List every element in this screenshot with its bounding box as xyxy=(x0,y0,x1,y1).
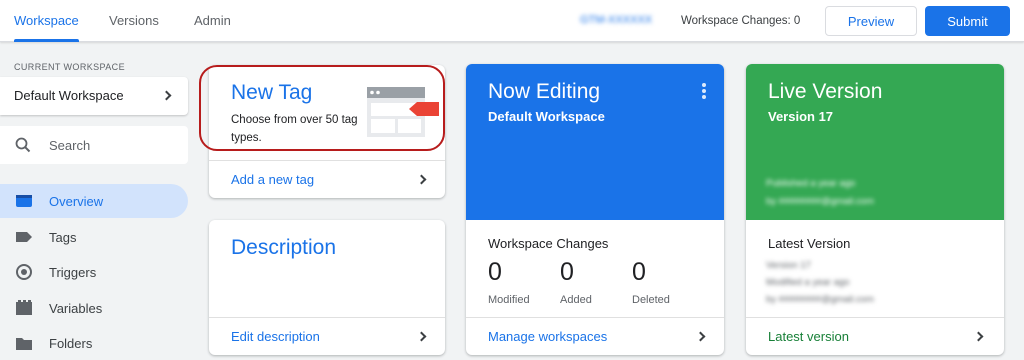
search-label: Search xyxy=(49,138,91,153)
tab-admin[interactable]: Admin xyxy=(194,0,231,42)
workspace-selector[interactable]: Default Workspace xyxy=(0,77,188,115)
live-version-number: Version 17 xyxy=(768,109,834,124)
submit-button[interactable]: Submit xyxy=(925,6,1010,36)
chevron-right-icon xyxy=(695,331,706,342)
latest-version-number: Version 17 xyxy=(766,260,811,271)
published-info: Published a year ago xyxy=(766,178,856,189)
chevron-right-icon xyxy=(161,90,172,101)
latest-version-by: by ########@gmail.com xyxy=(766,294,874,305)
new-tag-title: New Tag xyxy=(231,81,313,104)
now-editing-title: Now Editing xyxy=(488,80,601,103)
tab-versions-label: Versions xyxy=(109,13,159,28)
tag-icon xyxy=(16,232,32,242)
stat-modified-value: 0 xyxy=(488,258,502,286)
live-version-title: Live Version xyxy=(768,80,883,103)
tab-workspace[interactable]: Workspace xyxy=(14,0,79,42)
tab-versions[interactable]: Versions xyxy=(109,0,159,42)
now-editing-header: Now Editing Default Workspace xyxy=(466,64,724,220)
sidebar-item-label: Variables xyxy=(49,301,103,316)
search-icon xyxy=(15,137,31,153)
chevron-right-icon xyxy=(416,174,427,185)
stat-deleted-value: 0 xyxy=(632,258,646,286)
edit-description-label: Edit description xyxy=(231,329,320,344)
sidebar-item-folders[interactable]: Folders xyxy=(0,326,188,360)
tab-active-indicator xyxy=(14,39,79,42)
latest-version-title: Latest Version xyxy=(768,236,851,251)
sidebar-item-label: Triggers xyxy=(49,265,97,280)
description-title: Description xyxy=(231,236,337,259)
manage-workspaces-label: Manage workspaces xyxy=(488,329,608,344)
stat-deleted-label: Deleted xyxy=(632,294,670,306)
sidebar-item-overview[interactable]: Overview xyxy=(0,184,188,218)
add-new-tag-link[interactable]: Add a new tag xyxy=(209,160,445,198)
sidebar-item-label: Folders xyxy=(49,336,93,351)
stat-added-value: 0 xyxy=(560,258,574,286)
variable-icon xyxy=(16,300,32,315)
trigger-icon xyxy=(16,264,32,280)
live-version-header: Live Version Version 17 Published a year… xyxy=(746,64,1004,220)
more-options-icon[interactable] xyxy=(702,83,706,101)
live-version-card: Live Version Version 17 Published a year… xyxy=(746,64,1004,355)
published-by: by ########@gmail.com xyxy=(766,196,874,207)
add-new-tag-label: Add a new tag xyxy=(231,172,315,187)
container-id[interactable]: GTM-XXXXXX xyxy=(580,14,652,26)
sidebar-item-label: Tags xyxy=(49,230,77,245)
sidebar-item-label: Overview xyxy=(49,194,104,209)
stat-added-label: Added xyxy=(560,294,592,306)
tab-admin-label: Admin xyxy=(194,13,231,28)
new-tag-description: Choose from over 50 tag types. xyxy=(231,114,358,144)
tag-template-icon xyxy=(367,87,439,137)
workspace-selector-name: Default Workspace xyxy=(14,88,124,103)
stat-modified-label: Modified xyxy=(488,294,530,306)
preview-button[interactable]: Preview xyxy=(825,6,917,36)
current-workspace-label: CURRENT WORKSPACE xyxy=(14,62,125,72)
chevron-right-icon xyxy=(416,331,427,342)
sidebar-item-variables[interactable]: Variables xyxy=(0,291,188,325)
sidebar-item-tags[interactable]: Tags xyxy=(0,220,188,254)
now-editing-card: Now Editing Default Workspace Workspace … xyxy=(466,64,724,355)
new-tag-card[interactable]: New Tag Choose from over 50 tag types. A… xyxy=(209,65,445,198)
now-editing-workspace: Default Workspace xyxy=(488,109,605,124)
chevron-right-icon xyxy=(973,331,984,342)
manage-workspaces-link[interactable]: Manage workspaces xyxy=(466,317,724,355)
workspace-changes-count: Workspace Changes: 0 xyxy=(681,15,801,27)
latest-version-link[interactable]: Latest version xyxy=(746,317,1004,355)
tab-workspace-label: Workspace xyxy=(14,13,79,28)
sidebar-search[interactable]: Search xyxy=(0,126,188,164)
top-bar: Workspace Versions Admin GTM-XXXXXX Work… xyxy=(0,0,1024,42)
folder-icon xyxy=(16,338,32,350)
workspace-changes-title: Workspace Changes xyxy=(488,236,609,251)
latest-version-label: Latest version xyxy=(768,329,849,344)
sidebar-item-triggers[interactable]: Triggers xyxy=(0,255,188,289)
description-card: Description Edit description xyxy=(209,220,445,355)
overview-icon xyxy=(16,195,32,207)
latest-version-modified: Modified a year ago xyxy=(766,277,850,288)
edit-description-link[interactable]: Edit description xyxy=(209,317,445,355)
